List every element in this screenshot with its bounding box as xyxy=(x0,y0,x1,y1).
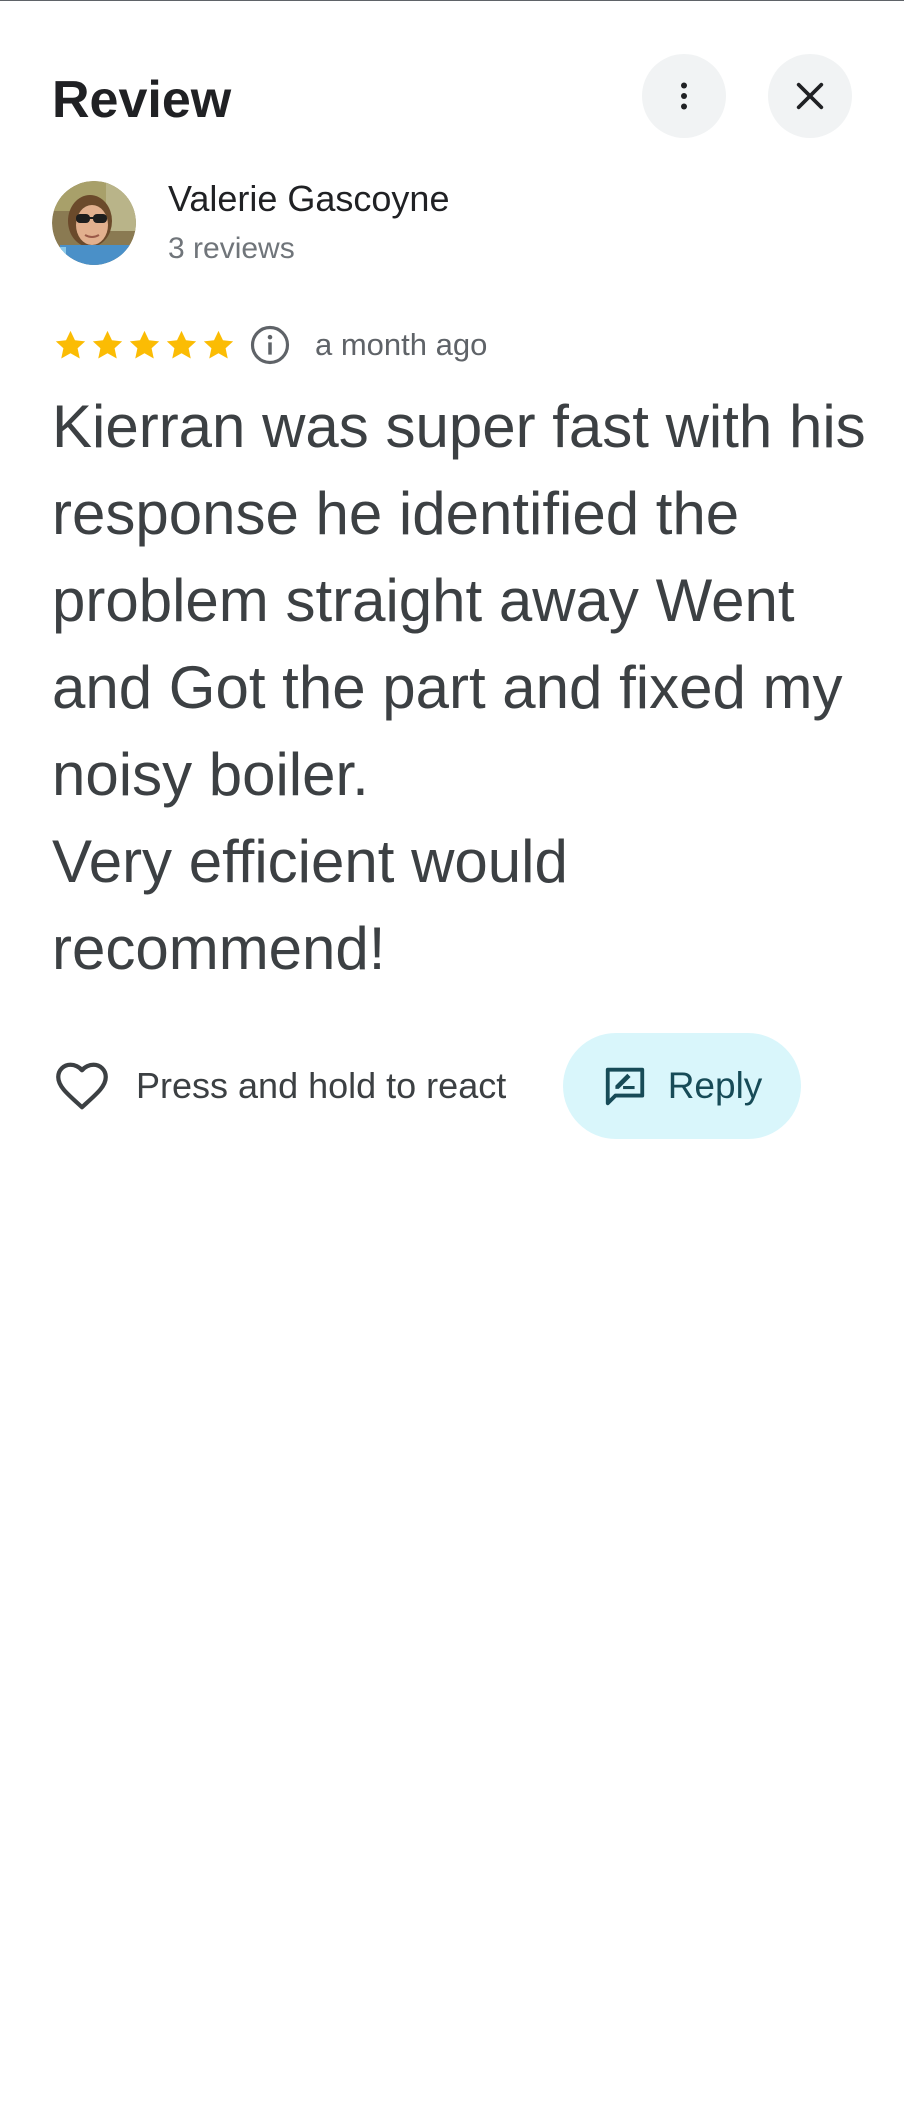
star-icon xyxy=(166,330,197,358)
page-title: Review xyxy=(52,71,232,129)
more-options-button[interactable] xyxy=(642,54,726,138)
reviewer-name[interactable]: Valerie Gascoyne xyxy=(168,175,449,223)
star-icon xyxy=(55,330,86,358)
heart-outline-icon xyxy=(56,1062,108,1110)
rate-review-icon xyxy=(605,1067,644,1106)
reviewer-avatar[interactable] xyxy=(52,181,136,265)
close-button[interactable] xyxy=(768,54,852,138)
reply-label: Reply xyxy=(667,1065,763,1106)
review-page: Review Valerie Gascoyne 3 reviews a mont… xyxy=(0,0,904,2104)
reply-button[interactable]: Reply xyxy=(563,1033,801,1139)
review-timestamp: a month ago xyxy=(315,327,488,362)
close-icon xyxy=(796,82,824,110)
star-icon xyxy=(129,330,160,358)
more-vert-icon xyxy=(681,82,687,110)
avatar-photo xyxy=(52,181,136,265)
star-rating xyxy=(52,327,237,364)
react-button[interactable]: Press and hold to react xyxy=(52,1033,506,1139)
rating-row: a month ago xyxy=(52,323,487,367)
star-icon xyxy=(203,330,234,358)
review-body: Kierran was super fast with his response… xyxy=(52,393,866,982)
reviewer-review-count: 3 reviews xyxy=(168,232,295,265)
star-icon xyxy=(92,330,123,358)
info-icon[interactable] xyxy=(249,324,291,366)
react-label: Press and hold to react xyxy=(136,1065,507,1106)
